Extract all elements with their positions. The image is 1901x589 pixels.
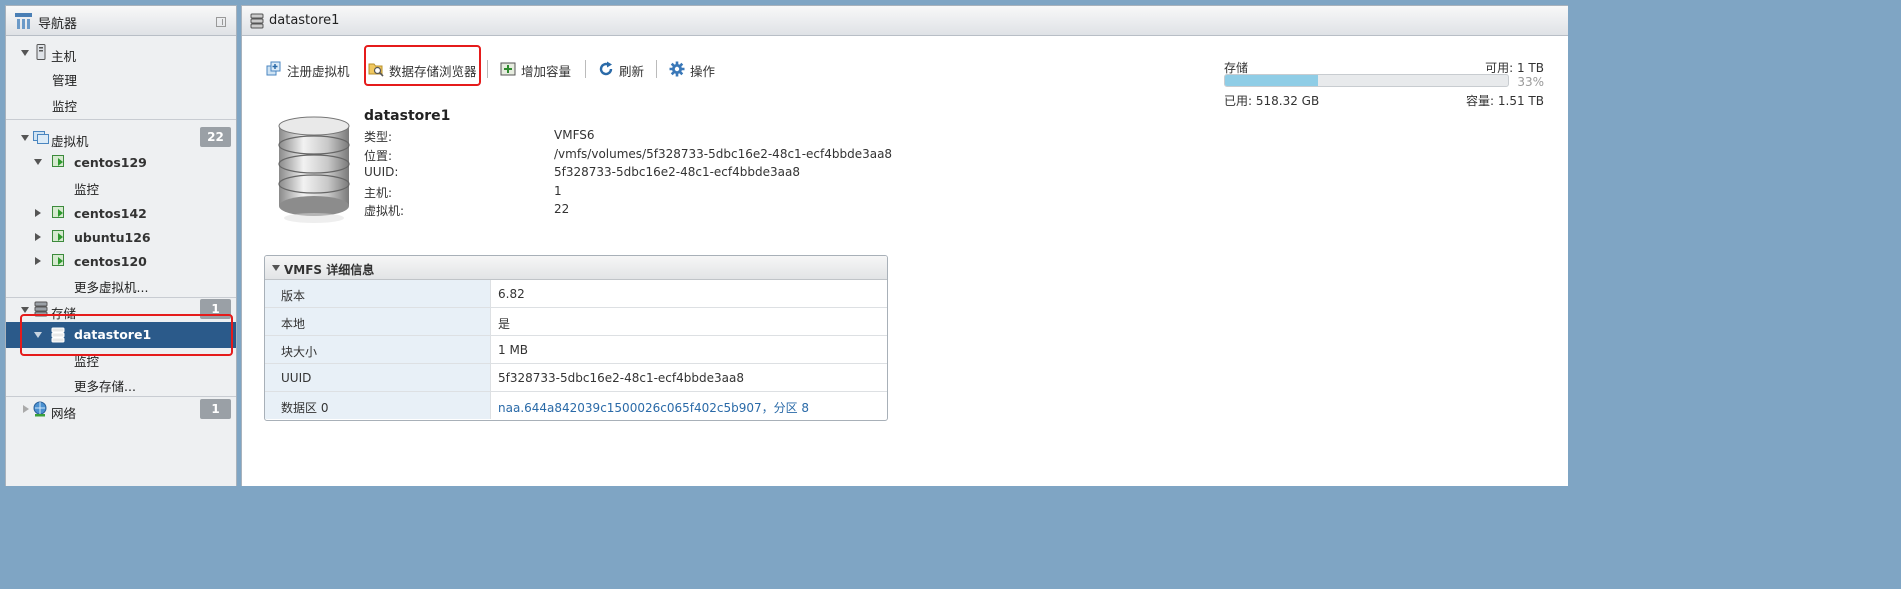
vm-running-icon	[52, 230, 64, 242]
expand-chevron-icon[interactable]	[35, 209, 41, 217]
nav-item-datastore-monitor[interactable]: 监控	[74, 351, 99, 370]
storage-usage-bar	[1224, 74, 1509, 87]
storage-usage-fill	[1225, 75, 1319, 86]
nav-item-host-manage[interactable]: 管理	[52, 70, 77, 89]
datastore-browser-icon	[368, 63, 384, 77]
datastore-icon	[51, 327, 65, 343]
navigator-panel: 导航器 主机 管理 监控 虚拟机 22 centos129 监控 centos1…	[5, 5, 237, 486]
panel-header: datastore1	[242, 6, 1568, 36]
row-key: UUID	[265, 364, 491, 391]
table-row: 块大小 1 MB	[265, 336, 887, 364]
datastore-detail-panel: datastore1 注册虚拟机 数据存储浏览器 增加容量 刷新 操作 data…	[241, 5, 1568, 486]
nav-item-storage[interactable]: 存储	[51, 303, 76, 322]
row-key: 版本	[265, 280, 491, 307]
datastore-name: datastore1	[364, 108, 451, 124]
divider	[6, 297, 236, 298]
nav-item-vm[interactable]: ubuntu126	[74, 230, 151, 245]
nav-item-datastore-label: datastore1	[74, 327, 152, 342]
increase-capacity-icon	[500, 62, 516, 76]
actions-label: 操作	[690, 64, 716, 79]
vm-count-badge: 22	[200, 127, 231, 147]
register-vm-label: 注册虚拟机	[287, 64, 350, 79]
nav-item-datastore-selected[interactable]: datastore1	[6, 322, 236, 348]
nav-item-vm[interactable]: centos142	[74, 206, 147, 221]
table-row: UUID 5f328733-5dbc16e2-48c1-ecf4bbde3aa8	[265, 364, 887, 392]
nav-item-host[interactable]: 主机	[51, 46, 76, 65]
info-key: 主机:	[364, 186, 393, 200]
storage-icon	[34, 301, 48, 317]
row-value: 是	[498, 317, 511, 331]
collapse-icon[interactable]	[216, 17, 226, 27]
nav-item-host-monitor[interactable]: 监控	[52, 96, 77, 115]
storage-used: 已用: 518.32 GB	[1224, 94, 1320, 108]
vm-running-icon	[52, 155, 64, 167]
extent-link[interactable]: naa.644a842039c1500026c065f402c5b907，分区 …	[498, 399, 809, 416]
divider	[6, 396, 236, 397]
table-row: 本地 是	[265, 308, 887, 336]
info-value: 1	[554, 184, 562, 198]
toolbar-divider	[487, 60, 488, 78]
navigator-header: 导航器	[6, 6, 236, 36]
gear-icon	[669, 61, 685, 77]
table-row: 数据区 0 naa.644a842039c1500026c065f402c5b9…	[265, 392, 887, 420]
row-key: 本地	[265, 308, 491, 335]
storage-count-badge: 1	[200, 299, 231, 319]
refresh-icon	[599, 61, 613, 76]
nav-item-more-storage[interactable]: 更多存储...	[74, 376, 136, 395]
expand-chevron-icon[interactable]	[21, 135, 29, 141]
host-icon	[36, 44, 46, 60]
divider	[6, 119, 236, 120]
table-row: 版本 6.82	[265, 280, 887, 308]
storage-capacity: 容量: 1.51 TB	[1466, 94, 1544, 108]
expand-chevron-icon[interactable]	[34, 332, 42, 338]
info-key: 类型:	[364, 130, 393, 144]
row-value: 1 MB	[498, 343, 529, 357]
info-value: /vmfs/volumes/5f328733-5dbc16e2-48c1-ecf…	[554, 147, 893, 161]
nav-item-vm[interactable]: centos120	[74, 254, 147, 269]
network-icon	[33, 401, 47, 417]
network-count-badge: 1	[200, 399, 231, 419]
toolbar-divider	[585, 60, 586, 78]
row-key: 块大小	[265, 336, 491, 363]
datastore-browser-label: 数据存储浏览器	[389, 64, 477, 79]
nav-item-vm-monitor[interactable]: 监控	[74, 179, 99, 198]
nav-item-vm[interactable]: centos129	[74, 155, 147, 170]
storage-percent: 33%	[1517, 75, 1544, 89]
page-title: datastore1	[269, 13, 340, 28]
vmfs-details-panel: VMFS 详细信息 版本 6.82 本地 是 块大小 1 MB UUID 5f3…	[264, 255, 888, 421]
info-value: VMFS6	[554, 128, 595, 142]
expand-chevron-icon[interactable]	[21, 50, 29, 56]
expand-chevron-icon[interactable]	[21, 307, 29, 313]
refresh-label: 刷新	[619, 64, 645, 79]
info-key: 虚拟机:	[364, 204, 405, 218]
expand-chevron-icon[interactable]	[35, 233, 41, 241]
info-key: 位置:	[364, 149, 393, 163]
increase-capacity-label: 增加容量	[521, 64, 572, 79]
vm-running-icon	[52, 206, 64, 218]
row-value: 6.82	[498, 287, 525, 301]
vmfs-details-header[interactable]: VMFS 详细信息	[265, 256, 887, 280]
datastore-large-icon	[278, 116, 350, 223]
navigator-title: 导航器	[38, 17, 78, 32]
row-value: 5f328733-5dbc16e2-48c1-ecf4bbde3aa8	[498, 371, 744, 385]
row-key: 数据区 0	[265, 392, 491, 419]
register-vm-icon	[266, 61, 281, 76]
datastore-icon	[250, 13, 264, 29]
expand-chevron-icon[interactable]	[23, 405, 29, 413]
vm-running-icon	[52, 254, 64, 266]
toolbar-divider	[656, 60, 657, 78]
nav-item-network[interactable]: 网络	[51, 403, 76, 422]
info-value: 5f328733-5dbc16e2-48c1-ecf4bbde3aa8	[554, 165, 800, 179]
expand-chevron-icon[interactable]	[34, 159, 42, 165]
collapse-chevron-icon[interactable]	[272, 265, 280, 271]
info-key: UUID:	[364, 165, 399, 179]
info-value: 22	[554, 202, 570, 216]
expand-chevron-icon[interactable]	[35, 257, 41, 265]
nav-item-more-vms[interactable]: 更多虚拟机...	[74, 277, 148, 296]
nav-item-vms[interactable]: 虚拟机	[51, 131, 89, 150]
vmfs-details-title: VMFS 详细信息	[284, 263, 375, 277]
virtual-machines-icon	[33, 131, 49, 144]
vmware-logo-icon	[15, 13, 32, 29]
